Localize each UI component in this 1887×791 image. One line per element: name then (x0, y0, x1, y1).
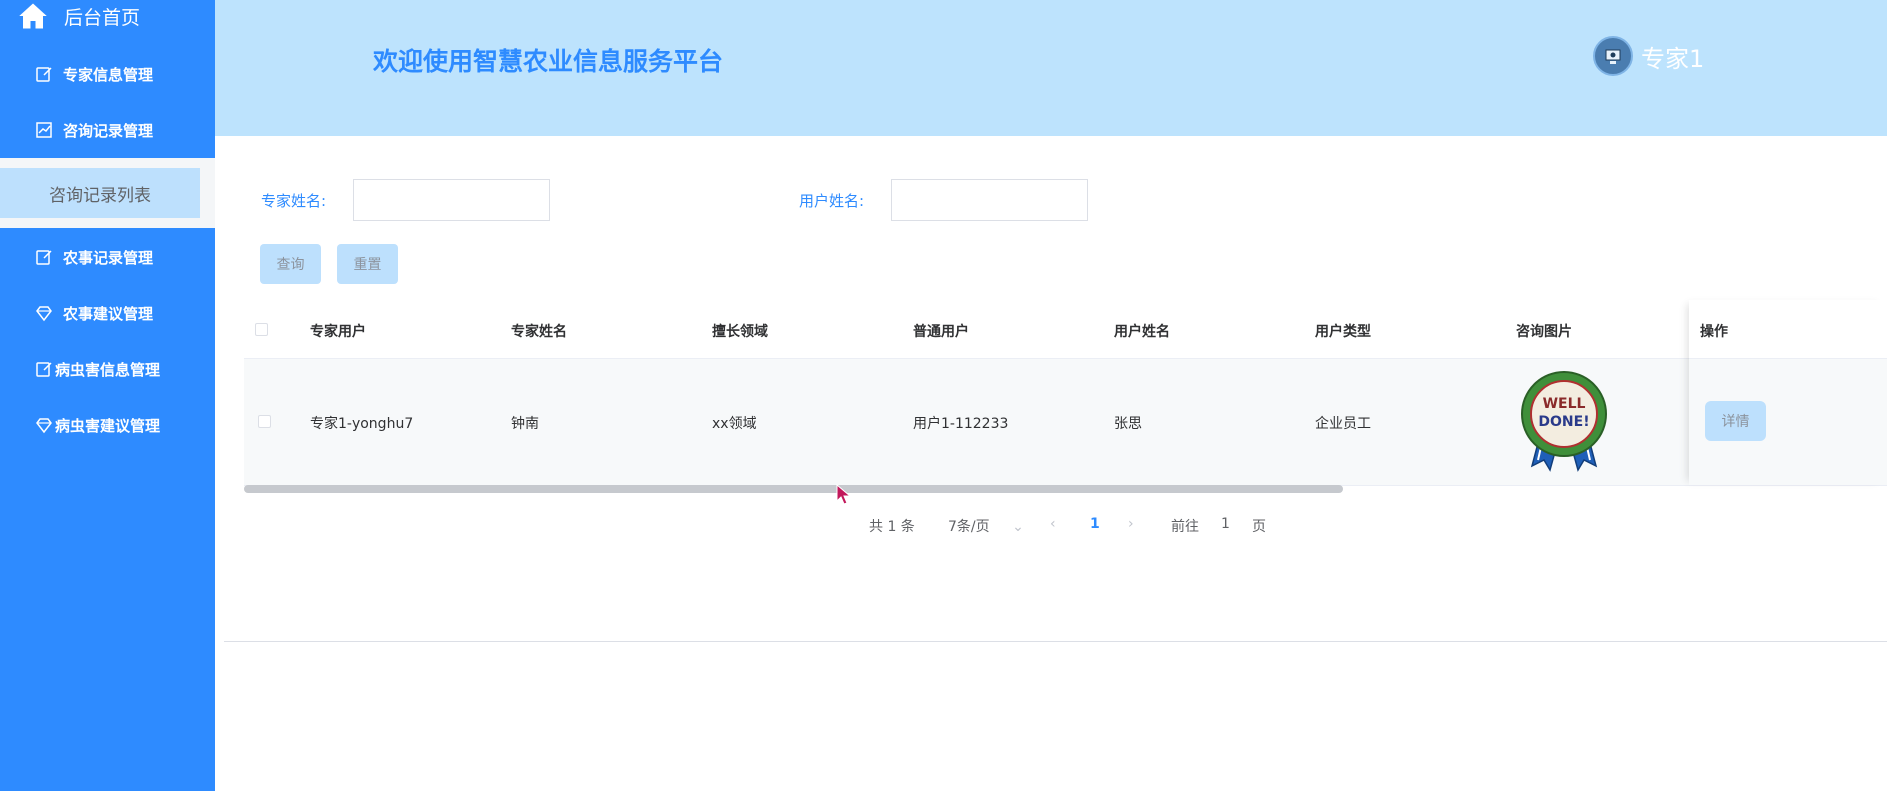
page-suffix-label: 页 (1252, 519, 1266, 535)
column-header[interactable]: 专家姓名 (511, 321, 567, 341)
sidebar-home[interactable]: 后台首页 (18, 0, 140, 32)
cell-user-type: 企业员工 (1315, 416, 1371, 432)
cell-expert-user: 专家1-yonghu7 (310, 416, 414, 432)
table-header: 专家用户 专家姓名 擅长领域 普通用户 用户姓名 用户类型 咨询图片 操作 (244, 300, 1887, 359)
chevron-down-icon: ⌄ (1012, 519, 1024, 535)
select-all-checkbox[interactable] (255, 323, 268, 336)
chart-icon (35, 121, 53, 139)
content-divider (224, 641, 1887, 642)
column-header[interactable]: 专家用户 (310, 321, 366, 341)
row-checkbox[interactable] (258, 415, 271, 428)
gem-icon (35, 304, 53, 322)
user-avatar-icon (1605, 49, 1621, 64)
cell-field: xx领域 (712, 416, 757, 432)
prev-page-icon[interactable]: ‹ (1050, 516, 1056, 532)
home-icon (19, 3, 47, 29)
sidebar-home-label: 后台首页 (64, 6, 141, 29)
sidebar-item-label: 病虫害信息管理 (55, 360, 161, 379)
user-menu[interactable]: 专家1 (1593, 36, 1704, 76)
expert-name-label: 专家姓名: (261, 192, 327, 210)
page-size-value: 7条/页 (948, 519, 990, 535)
sidebar: 后台首页 专家信息管理 咨询记录管理 咨询记录列表 农事记录管理 农事建议管理 … (0, 0, 215, 791)
sidebar-item-label: 农事记录管理 (63, 248, 154, 267)
edit-icon (35, 248, 53, 266)
sidebar-item-farming-advice[interactable]: 农事建议管理 (0, 293, 215, 333)
username: 专家1 (1641, 44, 1705, 73)
fixed-action-column (1689, 300, 1887, 485)
pagination-total: 共 1 条 (869, 519, 915, 535)
sidebar-item-label: 病虫害建议管理 (55, 416, 161, 435)
detail-button[interactable]: 详情 (1705, 401, 1766, 441)
column-header[interactable]: 用户姓名 (1114, 321, 1170, 341)
expert-name-input[interactable] (353, 179, 550, 221)
column-header[interactable]: 用户类型 (1315, 321, 1371, 341)
column-header[interactable]: 擅长领域 (712, 321, 768, 341)
top-header: 欢迎使用智慧农业信息服务平台 专家1 (215, 0, 1887, 136)
cell-normal-user: 用户1-112233 (913, 416, 1009, 432)
svg-text:WELL: WELL (1543, 396, 1586, 412)
sidebar-item-label: 咨询记录管理 (63, 121, 154, 140)
user-name-label: 用户姓名: (799, 192, 865, 210)
consult-image-well-done[interactable]: WELL DONE! (1514, 368, 1614, 472)
page-size-select[interactable]: 7条/页 ⌄ (948, 516, 1024, 536)
sidebar-item-label: 专家信息管理 (63, 65, 154, 84)
cell-expert-name: 钟南 (511, 416, 539, 432)
sidebar-item-pest-advice[interactable]: 病虫害建议管理 (0, 405, 215, 445)
goto-page-input[interactable]: 1 (1221, 516, 1230, 532)
consult-records-table: 专家用户 专家姓名 擅长领域 普通用户 用户姓名 用户类型 咨询图片 操作 专家… (244, 300, 1887, 486)
sidebar-item-pest-info[interactable]: 病虫害信息管理 (0, 349, 215, 389)
submenu-item-consult-list[interactable]: 咨询记录列表 (0, 168, 200, 218)
query-button[interactable]: 查询 (260, 244, 321, 284)
edit-icon (35, 360, 53, 378)
page-number-current[interactable]: 1 (1090, 516, 1100, 532)
user-name-input[interactable] (891, 179, 1088, 221)
avatar (1593, 36, 1633, 76)
mouse-cursor-icon (836, 484, 852, 505)
table-scrollbar-thumb[interactable] (244, 485, 1343, 493)
column-header[interactable]: 普通用户 (913, 321, 969, 341)
page-title: 欢迎使用智慧农业信息服务平台 (373, 47, 724, 76)
goto-label: 前往 (1171, 519, 1199, 535)
edit-icon (35, 65, 53, 83)
gem-icon (35, 416, 53, 434)
reset-button[interactable]: 重置 (337, 244, 398, 284)
cell-user-name: 张思 (1114, 416, 1142, 432)
column-header[interactable]: 咨询图片 (1516, 321, 1572, 341)
svg-text:DONE!: DONE! (1538, 414, 1589, 430)
sidebar-item-expert-info[interactable]: 专家信息管理 (0, 54, 215, 94)
sidebar-item-label: 农事建议管理 (63, 304, 154, 323)
next-page-icon[interactable]: › (1128, 516, 1134, 532)
sidebar-item-farming-records[interactable]: 农事记录管理 (0, 237, 215, 277)
sidebar-item-consult-records[interactable]: 咨询记录管理 (0, 110, 215, 150)
table-row[interactable]: 专家1-yonghu7 钟南 xx领域 用户1-112233 张思 企业员工 (244, 359, 1887, 486)
